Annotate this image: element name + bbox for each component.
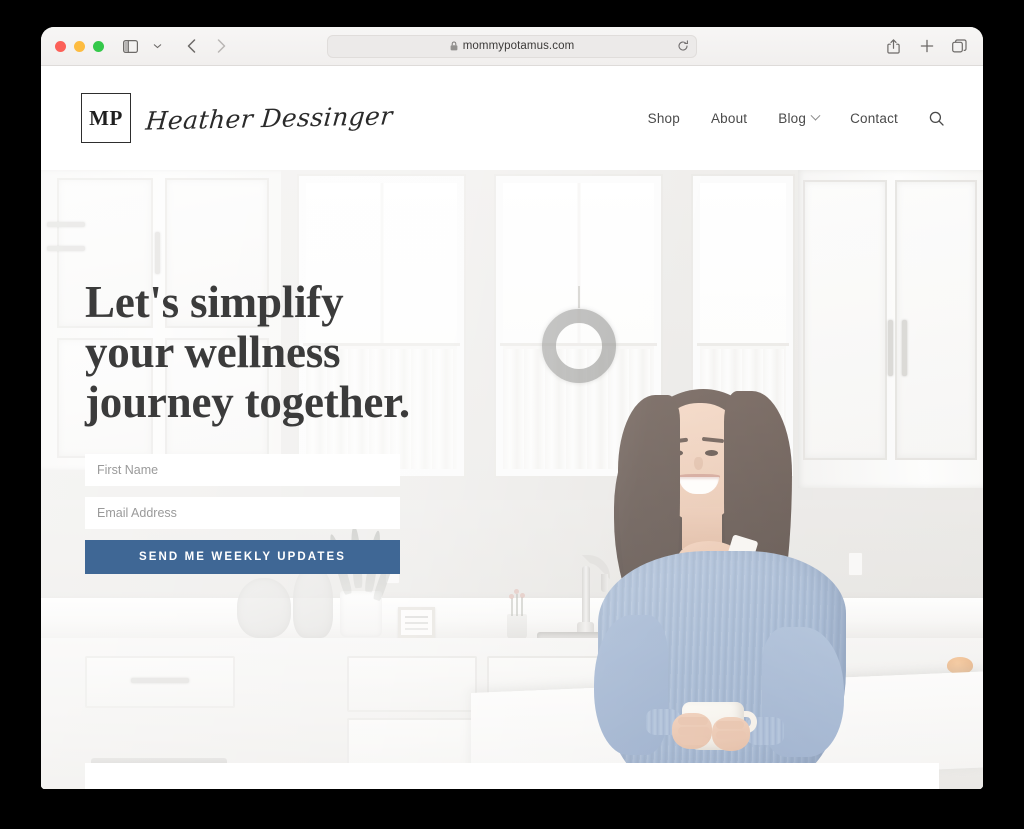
finger xyxy=(678,727,710,735)
screen: mommypotamus.com MP Heather Dessinger Sh… xyxy=(0,0,1024,829)
cabinet-handle xyxy=(47,246,85,251)
hero-section: Let's simplify your wellness journey tog… xyxy=(41,170,983,789)
navigation-controls xyxy=(122,38,230,55)
site-logo[interactable]: MP Heather Dessinger xyxy=(81,93,394,143)
first-name-input[interactable] xyxy=(85,453,400,486)
eye xyxy=(705,450,718,456)
logo-wordmark: Heather Dessinger xyxy=(144,100,394,136)
flower-stem xyxy=(516,594,518,616)
browser-toolbar: mommypotamus.com xyxy=(41,27,983,66)
back-arrow-icon[interactable] xyxy=(183,38,200,55)
cabinet-handle xyxy=(155,232,160,274)
nav-label-shop: Shop xyxy=(647,110,680,126)
browser-window: mommypotamus.com MP Heather Dessinger Sh… xyxy=(41,27,983,789)
nose xyxy=(694,457,703,470)
flower-stem xyxy=(521,597,523,616)
cabinet-handle xyxy=(47,222,85,227)
nav-label-blog: Blog xyxy=(778,110,807,126)
url-text: mommypotamus.com xyxy=(462,40,575,52)
nav-item-about[interactable]: About xyxy=(711,111,747,126)
decorative-vase xyxy=(237,578,291,638)
hero-content: Let's simplify your wellness journey tog… xyxy=(85,277,415,574)
nav-item-contact[interactable]: Contact xyxy=(850,111,898,126)
finger xyxy=(678,717,708,725)
curtain-rod xyxy=(697,343,789,347)
nav-label-about: About xyxy=(710,110,748,126)
toolbar-right-actions xyxy=(885,38,968,55)
zoom-window-button[interactable] xyxy=(93,40,104,52)
flower-stem xyxy=(511,598,513,616)
flower-bloom xyxy=(520,593,525,598)
main-navigation: Shop About Blog Contact xyxy=(648,110,944,126)
tab-overview-icon[interactable] xyxy=(951,38,968,55)
cabinet-handle xyxy=(131,678,189,683)
flower-jar xyxy=(507,614,527,639)
minimize-window-button[interactable] xyxy=(74,40,85,52)
reload-icon[interactable] xyxy=(677,40,689,52)
next-section-placeholder xyxy=(85,763,939,789)
subscribe-button[interactable]: SEND ME WEEKLY UPDATES xyxy=(85,539,400,574)
sidebar-chevron-down-icon[interactable] xyxy=(152,38,163,55)
framed-sign xyxy=(398,607,435,638)
forward-arrow-icon[interactable] xyxy=(213,38,230,55)
page-viewport: MP Heather Dessinger Shop About Blog Con… xyxy=(41,66,983,789)
email-input[interactable] xyxy=(85,496,400,529)
sidebar-toggle-icon[interactable] xyxy=(122,38,139,55)
flower-bloom xyxy=(514,589,519,594)
close-window-button[interactable] xyxy=(55,40,66,52)
site-header: MP Heather Dessinger Shop About Blog Con… xyxy=(41,66,983,170)
lock-icon xyxy=(450,41,458,51)
share-icon[interactable] xyxy=(885,38,902,55)
cabinet-handle xyxy=(902,320,907,376)
cabinet-door xyxy=(895,180,977,460)
window-controls xyxy=(55,40,104,52)
nav-item-blog[interactable]: Blog xyxy=(778,110,821,126)
finger xyxy=(680,737,708,745)
finger xyxy=(716,731,746,739)
logo-monogram: MP xyxy=(81,93,131,143)
hero-headline: Let's simplify your wellness journey tog… xyxy=(85,277,410,427)
cabinet-drawer xyxy=(347,656,477,712)
wreath-hanger xyxy=(577,285,580,308)
finger xyxy=(716,721,744,729)
decorative-vase xyxy=(293,566,333,638)
newsletter-signup-form: SEND ME WEEKLY UPDATES xyxy=(85,453,400,574)
search-icon[interactable] xyxy=(929,111,944,126)
address-bar[interactable]: mommypotamus.com xyxy=(327,34,697,58)
nav-label-contact: Contact xyxy=(850,110,898,126)
window-glass xyxy=(700,183,786,347)
chevron-down-icon xyxy=(810,110,821,121)
nav-item-shop[interactable]: Shop xyxy=(648,111,680,126)
flower-bloom xyxy=(509,594,514,599)
cabinet-handle xyxy=(888,320,893,376)
hero-person xyxy=(586,365,846,789)
wall-outlet xyxy=(848,552,863,576)
plus-icon[interactable] xyxy=(918,38,935,55)
